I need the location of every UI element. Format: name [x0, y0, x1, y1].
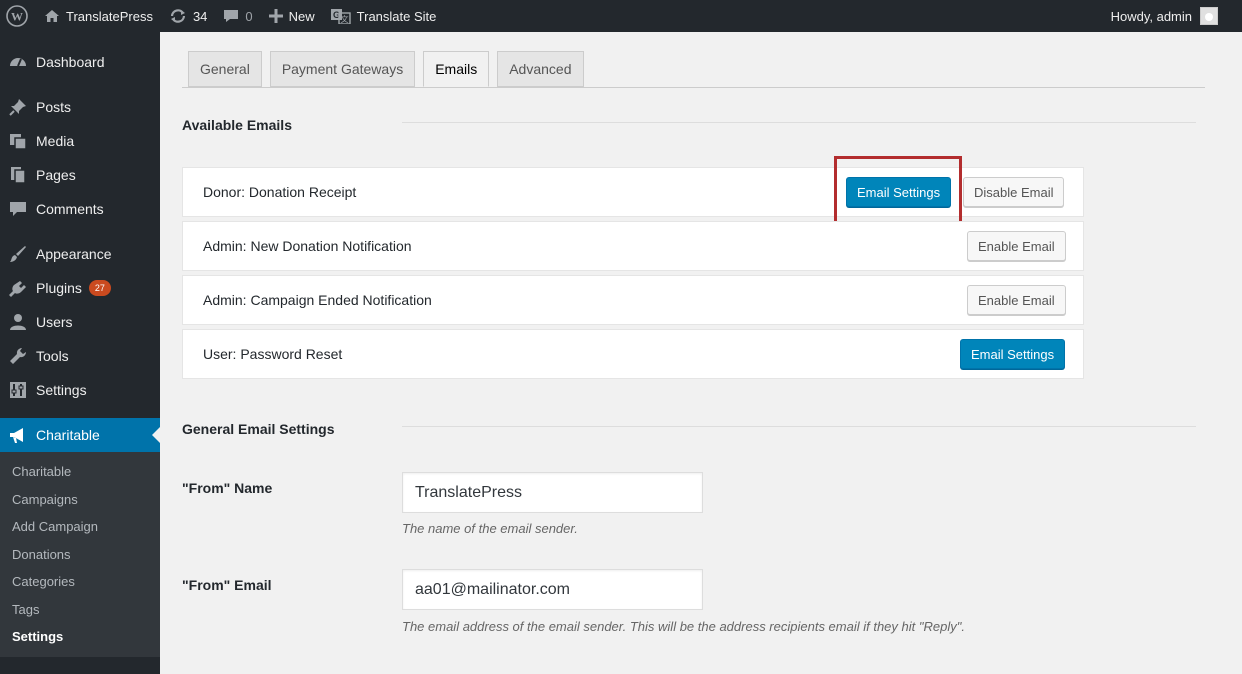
- sidebar-item-tools[interactable]: Tools: [0, 339, 160, 373]
- updates-link[interactable]: 34: [161, 0, 215, 32]
- plus-icon: [268, 9, 283, 23]
- submenu-item-tags[interactable]: Tags: [0, 596, 160, 624]
- submenu-item-categories[interactable]: Categories: [0, 568, 160, 596]
- admin-bar: W TranslatePress 34 0 New G文 Translate S…: [0, 0, 1242, 32]
- tab-general[interactable]: General: [188, 51, 262, 87]
- tab-payment-gateways[interactable]: Payment Gateways: [269, 51, 416, 87]
- sidebar-item-label: Comments: [36, 201, 104, 217]
- sidebar-item-users[interactable]: Users: [0, 305, 160, 339]
- email-row-new-donation: Admin: New Donation Notification Enable …: [182, 221, 1084, 271]
- main-content: General Payment Gateways Emails Advanced…: [160, 32, 1242, 674]
- submenu-item-add-campaign[interactable]: Add Campaign: [0, 513, 160, 541]
- sidebar-item-label: Charitable: [36, 427, 100, 443]
- translate-site-link[interactable]: G文 Translate Site: [323, 0, 445, 32]
- svg-text:文: 文: [340, 14, 348, 24]
- wrench-icon: [8, 346, 28, 366]
- enable-email-button[interactable]: Enable Email: [967, 231, 1066, 261]
- email-row-campaign-ended: Admin: Campaign Ended Notification Enabl…: [182, 275, 1084, 325]
- from-email-input[interactable]: [402, 569, 703, 610]
- from-email-description: The email address of the email sender. T…: [402, 619, 965, 634]
- from-name-input[interactable]: [402, 472, 703, 513]
- sidebar-item-appearance[interactable]: Appearance: [0, 237, 160, 271]
- sidebar-item-charitable[interactable]: Charitable: [0, 418, 160, 452]
- available-emails-heading: Available Emails: [182, 117, 292, 133]
- plug-icon: [8, 278, 28, 298]
- sidebar-item-label: Plugins: [36, 280, 82, 296]
- brush-icon: [8, 244, 28, 264]
- comments-link[interactable]: 0: [215, 0, 260, 32]
- comments-count: 0: [245, 8, 253, 24]
- sidebar-item-label: Settings: [36, 382, 87, 398]
- user-icon: [8, 312, 28, 332]
- general-email-settings-heading: General Email Settings: [182, 421, 335, 437]
- sidebar-item-dashboard[interactable]: Dashboard: [0, 45, 160, 79]
- wordpress-icon: W: [6, 5, 28, 27]
- comment-bubble-icon: [223, 8, 239, 24]
- submenu-item-settings[interactable]: Settings: [0, 623, 160, 651]
- submenu-item-donations[interactable]: Donations: [0, 541, 160, 569]
- updates-count: 34: [192, 8, 208, 24]
- email-label: Admin: New Donation Notification: [203, 238, 412, 254]
- section-divider: [402, 426, 1196, 427]
- email-label: Admin: Campaign Ended Notification: [203, 292, 432, 308]
- sidebar-item-plugins[interactable]: Plugins 27: [0, 271, 160, 305]
- refresh-icon: [169, 8, 187, 24]
- megaphone-icon: [8, 425, 28, 445]
- plugins-update-badge: 27: [88, 280, 111, 296]
- sidebar-item-label: Dashboard: [36, 54, 105, 70]
- submenu-item-charitable[interactable]: Charitable: [0, 458, 160, 486]
- new-content-link[interactable]: New: [261, 0, 323, 32]
- wordpress-logo[interactable]: W: [0, 0, 36, 32]
- translate-icon: G文: [330, 8, 351, 24]
- from-name-label: "From" Name: [182, 480, 273, 496]
- site-name: TranslatePress: [66, 8, 153, 24]
- from-email-label: "From" Email: [182, 577, 272, 593]
- sidebar-item-posts[interactable]: Posts: [0, 90, 160, 124]
- sidebar-item-settings[interactable]: Settings: [0, 373, 160, 407]
- translate-site-label: Translate Site: [356, 8, 437, 24]
- sidebar-item-comments[interactable]: Comments: [0, 192, 160, 226]
- enable-email-button[interactable]: Enable Email: [967, 285, 1066, 315]
- sidebar-item-label: Posts: [36, 99, 72, 115]
- pin-icon: [8, 97, 28, 117]
- charitable-submenu: Charitable Campaigns Add Campaign Donati…: [0, 452, 160, 657]
- sidebar-item-pages[interactable]: Pages: [0, 158, 160, 192]
- tab-advanced[interactable]: Advanced: [497, 51, 584, 87]
- howdy-text: Howdy, admin: [1110, 8, 1192, 24]
- media-icon: [8, 131, 28, 151]
- highlight-box: [834, 156, 962, 226]
- sidebar-item-label: Pages: [36, 167, 76, 183]
- section-divider: [402, 122, 1196, 123]
- sidebar-item-media[interactable]: Media: [0, 124, 160, 158]
- comment-icon: [8, 199, 28, 219]
- pages-icon: [8, 165, 28, 185]
- tabs-divider: [182, 87, 1205, 88]
- sidebar-item-label: Tools: [36, 348, 69, 364]
- avatar: [1200, 7, 1218, 25]
- tab-emails[interactable]: Emails: [423, 51, 490, 87]
- email-settings-button[interactable]: Email Settings: [960, 339, 1066, 369]
- submenu-item-campaigns[interactable]: Campaigns: [0, 486, 160, 514]
- settings-tabs: General Payment Gateways Emails Advanced: [188, 51, 592, 87]
- svg-text:W: W: [11, 10, 23, 24]
- settings-icon: [8, 380, 28, 400]
- home-icon: [44, 8, 60, 24]
- admin-sidebar: Dashboard Posts Media Pages Comments App…: [0, 32, 160, 674]
- sidebar-item-label: Media: [36, 133, 75, 149]
- from-name-description: The name of the email sender.: [402, 521, 578, 536]
- dashboard-icon: [8, 52, 28, 72]
- email-label: Donor: Donation Receipt: [203, 184, 357, 200]
- email-row-password-reset: User: Password Reset Email Settings: [182, 329, 1084, 379]
- sidebar-item-label: Appearance: [36, 246, 112, 262]
- my-account[interactable]: Howdy, admin: [1103, 0, 1242, 32]
- email-label: User: Password Reset: [203, 346, 343, 362]
- new-label: New: [288, 8, 315, 24]
- disable-email-button[interactable]: Disable Email: [963, 177, 1065, 207]
- sidebar-item-label: Users: [36, 314, 73, 330]
- site-name-link[interactable]: TranslatePress: [36, 0, 161, 32]
